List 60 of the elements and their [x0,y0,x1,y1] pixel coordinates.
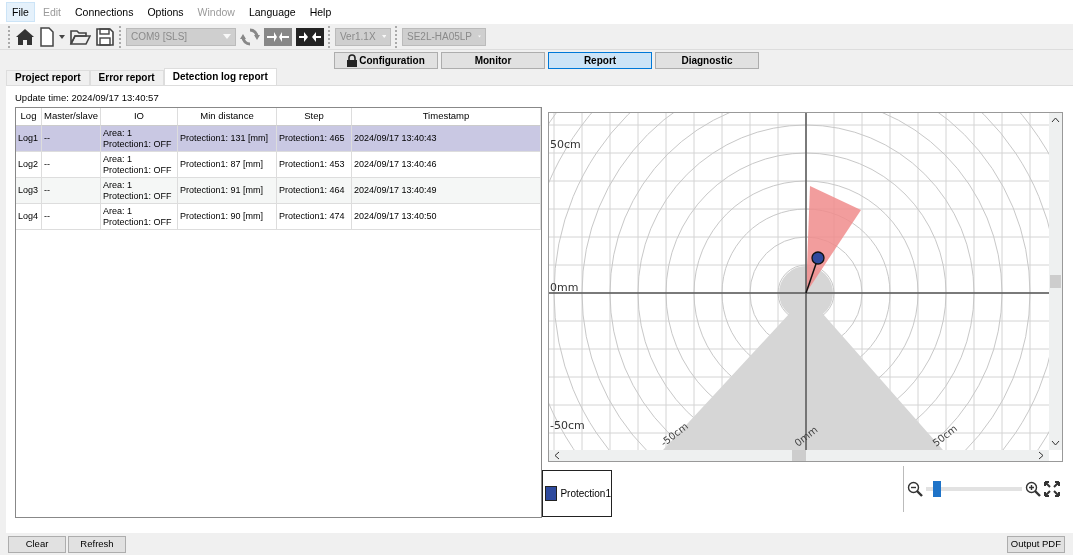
disconnect-icon[interactable] [296,27,324,46]
mode-button[interactable]: Configuration [334,52,438,69]
table-cell: 2024/09/17 13:40:50 [352,204,541,230]
menu-item[interactable]: Language [242,2,302,22]
detection-point [805,251,825,294]
menu-item[interactable]: File [6,2,35,22]
refresh-icon[interactable] [240,26,260,47]
zoom-in-icon[interactable] [1025,481,1041,497]
fullscreen-icon[interactable] [1044,481,1060,497]
dropdown-caret-icon [223,34,231,39]
axis-label: 0mm [550,281,579,294]
menu-item[interactable]: Options [141,2,190,22]
table-cell: -- [42,126,101,152]
table-cell: Protection1: 464 [277,178,352,204]
action-button[interactable]: Clear [8,536,66,553]
scroll-thumb[interactable] [792,450,806,461]
dropdown-caret-icon [381,34,386,39]
table-cell[interactable]: Log3 [16,178,42,204]
home-icon[interactable] [15,26,35,47]
tab[interactable]: Detection log report [163,68,277,85]
scroll-right-icon[interactable] [1038,451,1044,460]
table-cell[interactable]: Log4 [16,204,42,230]
lock-icon [347,54,358,67]
table-cell: -- [42,178,101,204]
table-cell: 2024/09/17 13:40:43 [352,126,541,152]
table-cell: -- [42,204,101,230]
tab[interactable]: Error report [89,70,164,85]
horizontal-scrollbar[interactable] [549,450,1049,461]
slider-thumb[interactable] [933,481,942,497]
mode-button[interactable]: Diagnostic [655,52,759,69]
scroll-down-icon[interactable] [1051,440,1060,446]
output-pdf-button[interactable]: Output PDF [1006,536,1065,553]
menu-item[interactable]: Connections [69,2,140,22]
vertical-scrollbar[interactable] [1049,113,1062,450]
caret-icon[interactable] [59,33,65,40]
table-cell: 2024/09/17 13:40:49 [352,178,541,204]
update-time: Update time: 2024/09/17 13:40:57 [15,92,160,105]
axis-label: -50cm [550,419,585,432]
action-button[interactable]: Refresh [68,536,126,553]
mode-button[interactable]: Monitor [441,52,545,69]
table-cell: Area: 1 Protection1: OFF [101,126,178,152]
tab[interactable]: Project report [6,70,90,85]
mode-button[interactable]: Report [548,52,652,69]
table-cell: Protection1: 474 [277,204,352,230]
table-cell: Area: 1 Protection1: OFF [101,178,178,204]
table-cell: Protection1: 465 [277,126,352,152]
menu-item[interactable]: Help [303,2,338,22]
scroll-thumb[interactable] [1050,275,1061,288]
table-cell: Protection1: 91 [mm] [178,178,277,204]
legend-label: Protection1 [560,487,611,501]
scroll-up-icon[interactable] [1051,117,1060,123]
zoom-out-icon[interactable] [907,481,923,497]
table-cell[interactable]: Log1 [16,126,42,152]
table-cell: Area: 1 Protection1: OFF [101,204,178,230]
axis-label: 50cm [550,138,581,151]
table-cell: Protection1: 90 [mm] [178,204,277,230]
table-cell: Protection1: 131 [mm] [178,126,277,152]
new-file-icon[interactable] [39,25,55,48]
scroll-left-icon[interactable] [554,451,560,460]
save-icon[interactable] [95,26,115,47]
